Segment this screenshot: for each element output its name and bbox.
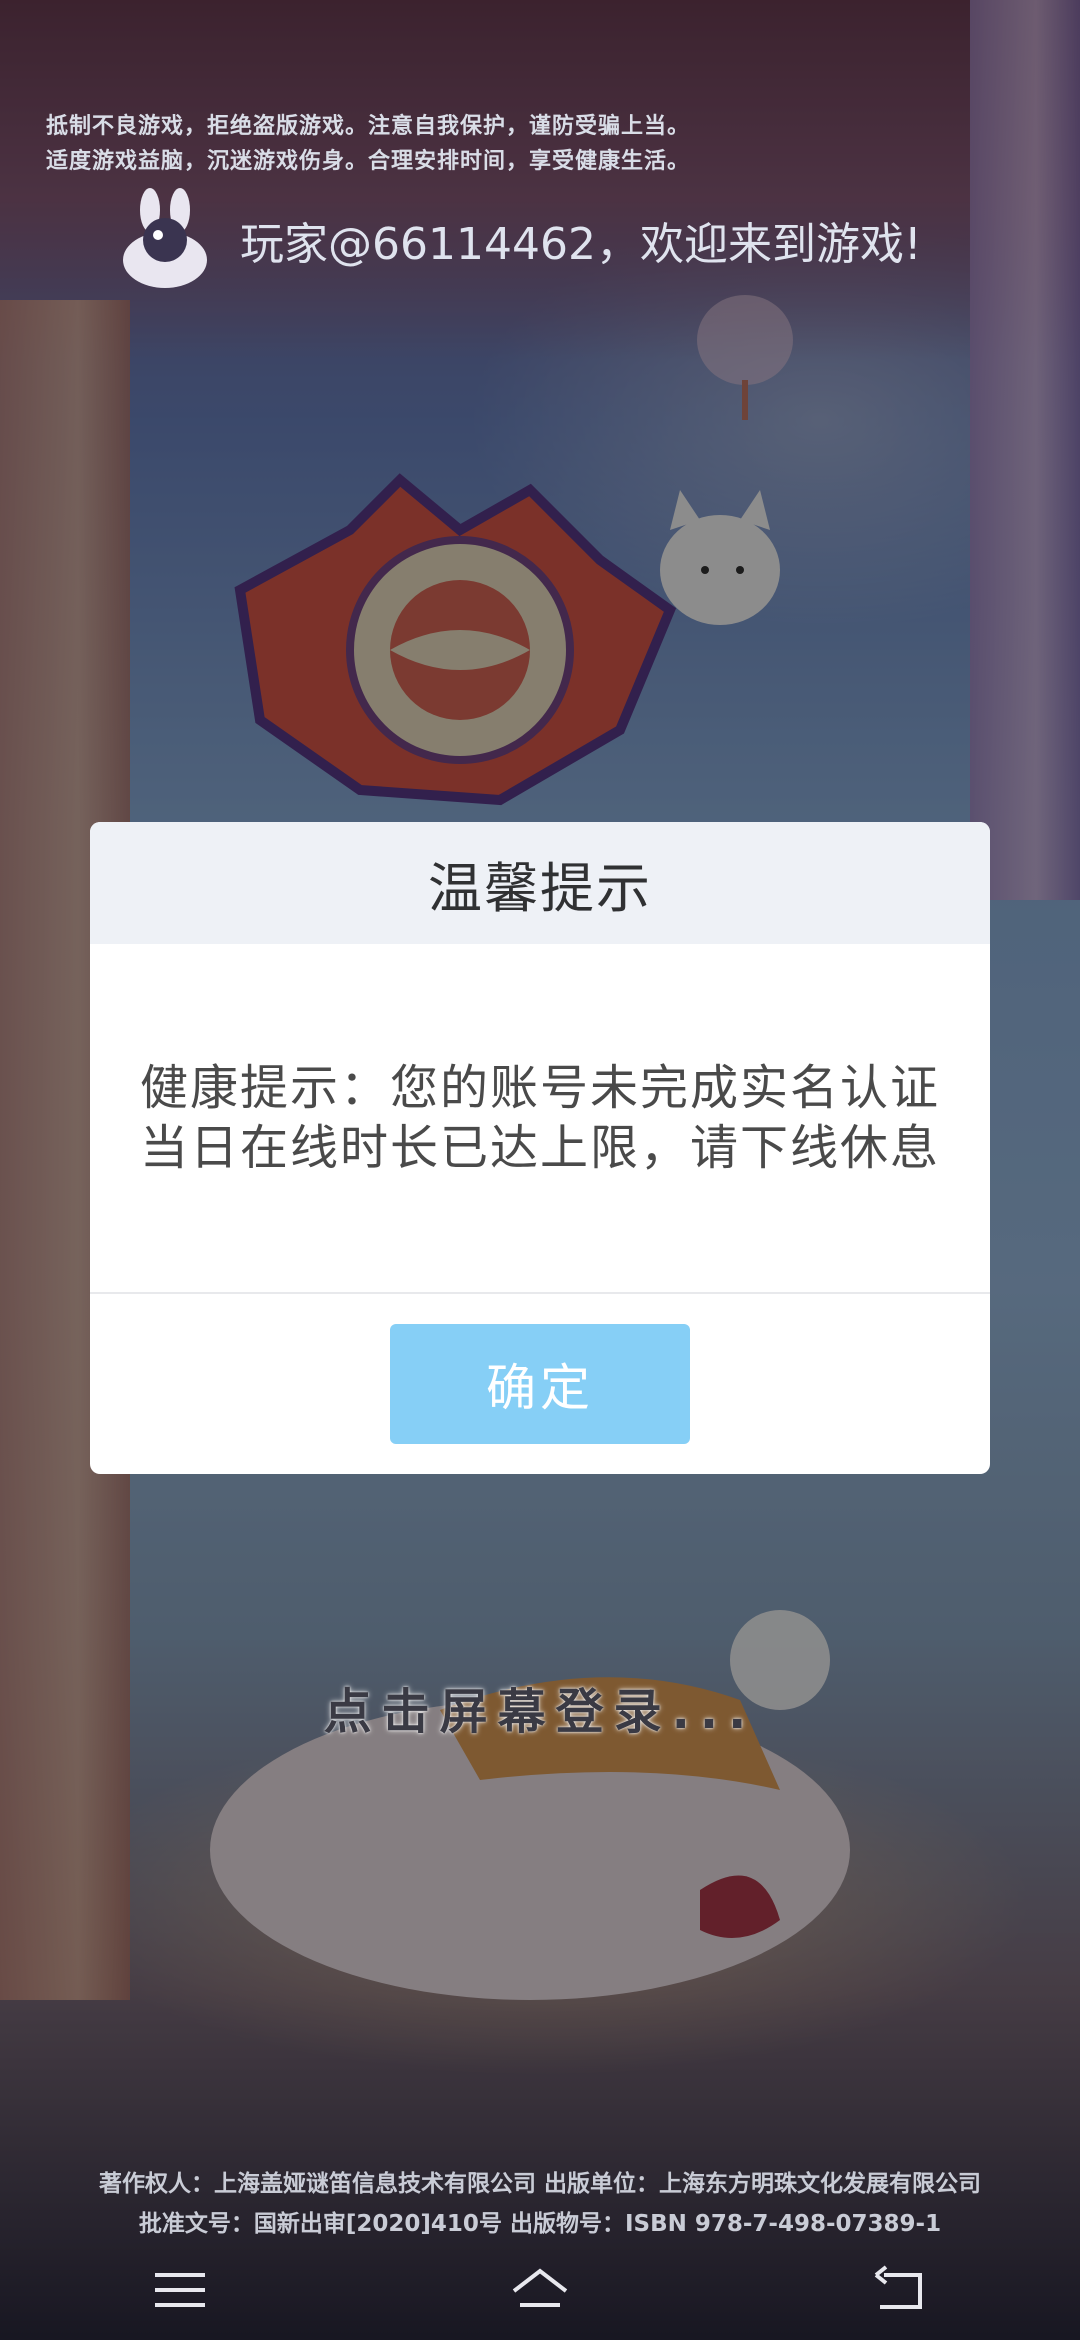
dialog-header: 温馨提示: [90, 822, 990, 944]
menu-icon: [155, 2273, 205, 2307]
nav-home-button[interactable]: [480, 2250, 600, 2330]
confirm-button[interactable]: 确定: [390, 1324, 690, 1444]
back-icon: [874, 2265, 922, 2309]
copyright-line2: 批准文号：国新出审[2020]410号 出版物号：ISBN 978-7-498-…: [138, 2211, 942, 2237]
dialog-footer: 确定: [90, 1294, 990, 1474]
welcome-banner: 玩家@66114462，欢迎来到游戏!: [110, 180, 990, 300]
welcome-message: 玩家@66114462，欢迎来到游戏!: [240, 219, 922, 270]
anti-addiction-notice-line2: 适度游戏益脑，沉迷游戏伤身。合理安排时间，享受健康生活。: [46, 149, 691, 174]
nav-menu-button[interactable]: [120, 2250, 240, 2330]
nav-back-button[interactable]: [840, 2250, 960, 2330]
anti-addiction-notice-line1: 抵制不良游戏，拒绝盗版游戏。注意自我保护，谨防受骗上当。: [46, 114, 691, 139]
tap-to-login-text[interactable]: 点击屏幕登录...: [0, 1672, 1080, 1742]
system-navigation-bar: [0, 2240, 1080, 2340]
home-icon: [512, 2268, 568, 2307]
dialog-body: 健康提示：您的账号未完成实名认证当日在线时长已达上限，请下线休息: [90, 944, 990, 1294]
dialog-title: 温馨提示: [428, 856, 652, 920]
rabbit-avatar-icon: [110, 185, 220, 295]
health-reminder-dialog: 温馨提示 健康提示：您的账号未完成实名认证当日在线时长已达上限，请下线休息 确定: [90, 822, 990, 1474]
dialog-message: 健康提示：您的账号未完成实名认证当日在线时长已达上限，请下线休息: [139, 1060, 940, 1176]
copyright-line1: 著作权人：上海盖娅谜笛信息技术有限公司 出版单位：上海东方明珠文化发展有限公司: [98, 2171, 981, 2197]
